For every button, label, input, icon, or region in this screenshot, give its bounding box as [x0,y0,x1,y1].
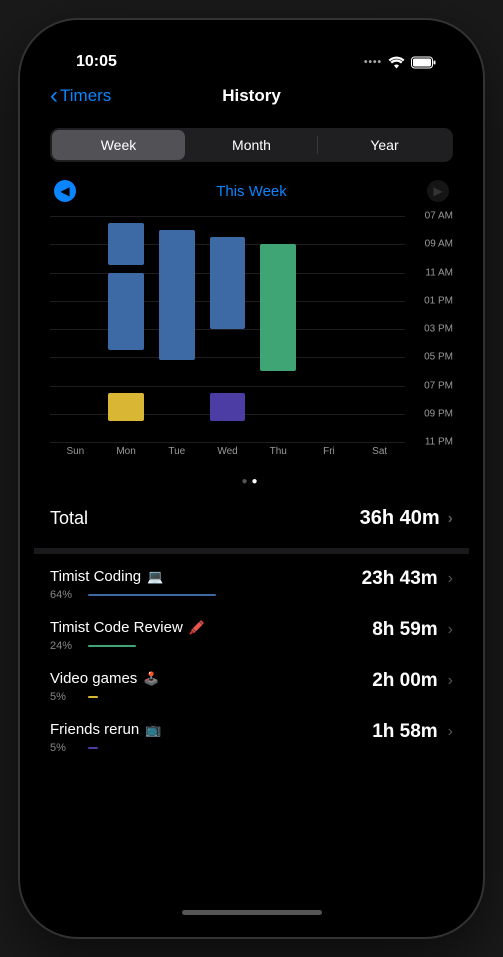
category-name: Friends rerun [50,721,139,738]
chart-bar[interactable] [108,223,144,265]
chart-bar[interactable] [159,230,195,360]
category-emoji-icon: 💻 [147,569,163,585]
category-bar-fill [88,645,136,647]
chevron-right-icon: › [448,621,453,639]
gridline [50,442,405,443]
y-axis-label: 09 PM [424,408,453,419]
page-indicator[interactable]: ●● [34,476,469,487]
chevron-right-icon: › [448,510,453,528]
cellular-dots-icon: •••• [364,57,382,68]
category-name: Video games [50,670,137,687]
y-axis-label: 05 PM [424,352,453,363]
page-dot: ● [241,476,251,487]
battery-icon [411,56,437,69]
y-axis-label: 11 PM [425,437,453,448]
chevron-right-icon: › [448,570,453,588]
y-axis-label: 11 AM [425,267,453,278]
category-value: 2h 00m [372,670,437,692]
x-axis-label: Mon [101,446,152,466]
period-label[interactable]: This Week [216,183,287,200]
category-bar-track [88,696,288,698]
screen: 10:05 •••• ‹ Timers History Week Month Y… [34,34,469,923]
category-row[interactable]: Video games 🕹️ 5% 2h 00m › [34,660,469,711]
chart-bar[interactable] [108,393,144,421]
phone-notch [162,34,342,60]
back-button[interactable]: ‹ Timers [50,84,111,108]
phone-frame: 10:05 •••• ‹ Timers History Week Month Y… [20,20,483,937]
home-indicator[interactable] [182,910,322,915]
category-percent: 5% [50,691,80,703]
chevron-right-icon: › [448,723,453,741]
x-axis-label: Sun [50,446,101,466]
total-value: 36h 40m [360,507,440,530]
day-column [304,216,355,442]
category-row[interactable]: Friends rerun 📺 5% 1h 58m › [34,711,469,762]
page-title: History [222,86,281,106]
category-percent: 24% [50,640,80,652]
x-axis-label: Fri [304,446,355,466]
category-percent: 64% [50,589,80,601]
x-axis-label: Wed [202,446,253,466]
day-column [50,216,101,442]
wifi-icon [388,56,405,69]
back-label: Timers [60,86,111,106]
category-percent: 5% [50,742,80,754]
y-axis-label: 03 PM [424,324,453,335]
category-name: Timist Code Review [50,619,183,636]
day-column [151,216,202,442]
x-axis-label: Sat [354,446,405,466]
chevron-right-icon: › [448,672,453,690]
timeline-chart[interactable]: 07 AM09 AM11 AM01 PM03 PM05 PM07 PM09 PM… [50,216,453,466]
day-column [253,216,304,442]
category-emoji-icon: 🖍️ [189,620,205,636]
category-name: Timist Coding [50,568,141,585]
segment-month[interactable]: Month [185,130,318,160]
category-bar-fill [88,747,98,749]
chart-bar[interactable] [260,244,296,371]
total-row[interactable]: Total 36h 40m › [34,493,469,544]
y-axis-label: 09 AM [425,239,453,250]
section-divider [34,548,469,554]
y-axis-label: 07 PM [424,380,453,391]
segment-year[interactable]: Year [318,130,451,160]
category-value: 8h 59m [372,619,437,641]
chart-bar[interactable] [210,237,246,329]
day-column [354,216,405,442]
chevron-left-icon: ‹ [50,84,58,108]
category-bar-track [88,645,288,647]
category-emoji-icon: 📺 [145,722,161,738]
segment-week[interactable]: Week [52,130,185,160]
period-nav: ◀ This Week ▶ [34,174,469,212]
day-column [202,216,253,442]
category-row[interactable]: Timist Code Review 🖍️ 24% 8h 59m › [34,609,469,660]
category-bar-fill [88,696,98,698]
segmented-control: Week Month Year [50,128,453,162]
category-row[interactable]: Timist Coding 💻 64% 23h 43m › [34,558,469,609]
x-axis-label: Tue [151,446,202,466]
next-period-button: ▶ [427,180,449,202]
day-column [101,216,152,442]
status-time: 10:05 [66,53,117,71]
category-bar-fill [88,594,216,596]
category-bar-track [88,594,288,596]
chart-bar[interactable] [108,273,144,351]
category-emoji-icon: 🕹️ [143,671,159,687]
category-value: 1h 58m [372,721,437,743]
y-axis-label: 07 AM [425,211,453,222]
category-bar-track [88,747,288,749]
total-label: Total [50,508,88,529]
y-axis-label: 01 PM [424,295,453,306]
nav-bar: ‹ Timers History [34,76,469,120]
page-dot-active: ● [252,476,262,487]
prev-period-button[interactable]: ◀ [54,180,76,202]
chart-bar[interactable] [210,393,246,421]
x-axis-label: Thu [253,446,304,466]
category-value: 23h 43m [362,568,438,590]
